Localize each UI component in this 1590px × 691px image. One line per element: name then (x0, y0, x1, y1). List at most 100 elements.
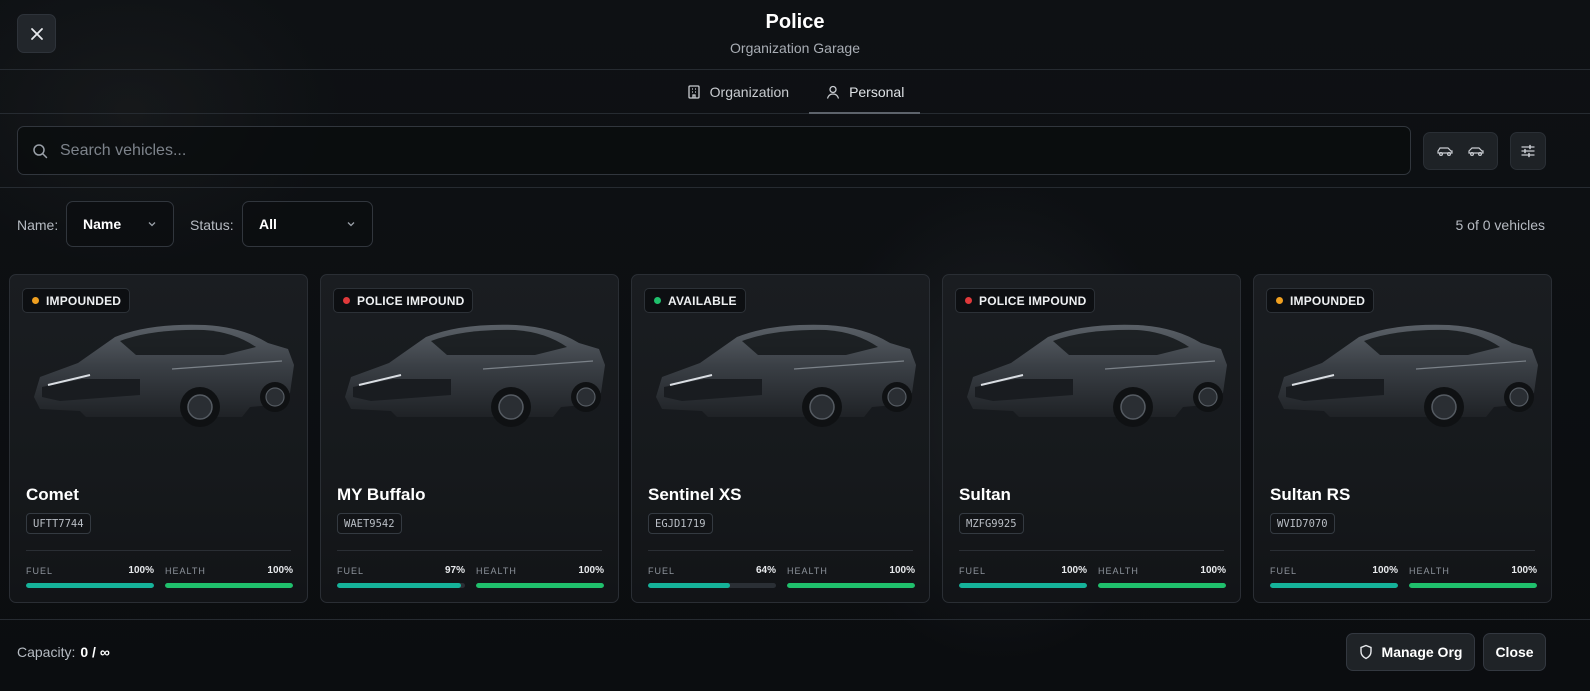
card-divider (26, 550, 291, 551)
car-side-icon[interactable] (1467, 144, 1485, 158)
license-plate: WVID7070 (1270, 513, 1335, 534)
vehicle-name: Comet (26, 485, 79, 504)
status-dot (32, 297, 39, 304)
tab-personal[interactable]: Personal (809, 70, 921, 114)
fuel-bar-fill (959, 583, 1087, 588)
fuel-label: FUEL (959, 565, 987, 576)
health-label: HEALTH (165, 565, 206, 576)
status-filter-label: Status: (190, 217, 234, 233)
vehicle-name: Sultan (959, 485, 1011, 504)
vehicle-card[interactable]: IMPOUNDED Sultan RS WVID7070 FUEL 100% H… (1253, 274, 1552, 603)
fuel-bar (959, 583, 1087, 588)
vehicle-card[interactable]: IMPOUNDED Comet UFTT7744 FUEL 100% HEALT… (9, 274, 308, 603)
fuel-value: 100% (128, 565, 154, 576)
license-plate: WAET9542 (337, 513, 402, 534)
license-plate: MZFG9925 (959, 513, 1024, 534)
health-stat: HEALTH 100% (1409, 565, 1537, 588)
name-sort-value: Name (83, 216, 122, 232)
capacity-value: 0 / ∞ (80, 644, 110, 660)
health-stat: HEALTH 100% (787, 565, 915, 588)
health-bar (1409, 583, 1537, 588)
search-box[interactable] (17, 126, 1411, 175)
health-bar-fill (787, 583, 915, 588)
fuel-bar (648, 583, 776, 588)
health-value: 100% (578, 565, 604, 576)
vehicle-name: Sentinel XS (648, 485, 742, 504)
status-filter-value: All (259, 216, 277, 232)
search-icon (33, 143, 48, 158)
vehicle-card[interactable]: AVAILABLE Sentinel XS EGJD1719 FUEL 64% … (631, 274, 930, 603)
health-bar-fill (1098, 583, 1226, 588)
fuel-label: FUEL (648, 565, 676, 576)
health-label: HEALTH (1409, 565, 1450, 576)
page-subtitle: Organization Garage (730, 40, 860, 56)
vehicle-card[interactable]: POLICE IMPOUND MY Buffalo WAET9542 FUEL … (320, 274, 619, 603)
name-filter-label: Name: (17, 217, 59, 233)
footer: Capacity: 0 / ∞ Manage Org Close (0, 619, 1590, 691)
fuel-bar-fill (337, 583, 462, 588)
health-bar (787, 583, 915, 588)
view-toggle (1423, 132, 1498, 170)
fuel-stat: FUEL 100% (959, 565, 1087, 588)
chevron-down-icon (148, 222, 156, 227)
close-label: Close (1495, 644, 1534, 660)
fuel-value: 100% (1061, 565, 1087, 576)
health-label: HEALTH (787, 565, 828, 576)
health-bar (165, 583, 293, 588)
sliders-icon (1521, 144, 1535, 158)
car-icon[interactable] (1436, 144, 1454, 158)
shield-icon (1359, 644, 1372, 660)
health-value: 100% (1511, 565, 1537, 576)
tab-bar: Organization Personal (0, 70, 1590, 114)
health-bar-fill (1409, 583, 1537, 588)
user-icon (826, 85, 840, 99)
fuel-label: FUEL (337, 565, 365, 576)
health-bar (1098, 583, 1226, 588)
building-icon (688, 84, 700, 99)
vehicle-name: Sultan RS (1270, 485, 1351, 504)
health-value: 100% (1200, 565, 1226, 576)
fuel-bar (26, 583, 154, 588)
fuel-label: FUEL (26, 565, 54, 576)
filter-settings-button[interactable] (1510, 132, 1546, 170)
search-input[interactable] (60, 141, 1360, 160)
car-image (656, 324, 916, 427)
fuel-bar-fill (1270, 583, 1398, 588)
health-label: HEALTH (1098, 565, 1139, 576)
status-dot (343, 297, 350, 304)
license-plate: UFTT7744 (26, 513, 91, 534)
close-button[interactable]: Close (1483, 633, 1546, 671)
garage-app: Police Organization Garage Organization … (0, 0, 1590, 691)
vehicle-card[interactable]: POLICE IMPOUND Sultan MZFG9925 FUEL 100%… (942, 274, 1241, 603)
health-bar-fill (165, 583, 293, 588)
health-stat: HEALTH 100% (165, 565, 293, 588)
fuel-bar-fill (648, 583, 730, 588)
car-image (345, 324, 605, 427)
fuel-bar-fill (26, 583, 154, 588)
fuel-stat: FUEL 64% (648, 565, 776, 588)
status-dot (965, 297, 972, 304)
card-divider (648, 550, 913, 551)
tab-personal-label: Personal (849, 83, 905, 100)
name-sort-select[interactable]: Name (66, 201, 174, 247)
tab-organization-label: Organization (709, 83, 790, 100)
manage-org-button[interactable]: Manage Org (1346, 633, 1475, 671)
car-image (1278, 324, 1538, 427)
filter-row: Name: Name Status: All 5 of 0 vehicles (0, 188, 1590, 274)
card-divider (1270, 550, 1535, 551)
fuel-stat: FUEL 100% (1270, 565, 1398, 588)
status-filter-select[interactable]: All (242, 201, 373, 247)
license-plate: EGJD1719 (648, 513, 713, 534)
fuel-value: 64% (755, 565, 776, 576)
fuel-bar (337, 583, 465, 588)
health-value: 100% (889, 565, 915, 576)
vehicle-count: 5 of 0 vehicles (1455, 217, 1546, 233)
header: Police Organization Garage (0, 0, 1590, 70)
capacity: Capacity: 0 / ∞ (17, 644, 110, 660)
page-title: Police (765, 11, 825, 33)
tab-organization[interactable]: Organization (670, 70, 805, 113)
card-divider (337, 550, 602, 551)
fuel-stat: FUEL 97% (337, 565, 465, 588)
search-row (0, 114, 1590, 188)
fuel-label: FUEL (1270, 565, 1298, 576)
